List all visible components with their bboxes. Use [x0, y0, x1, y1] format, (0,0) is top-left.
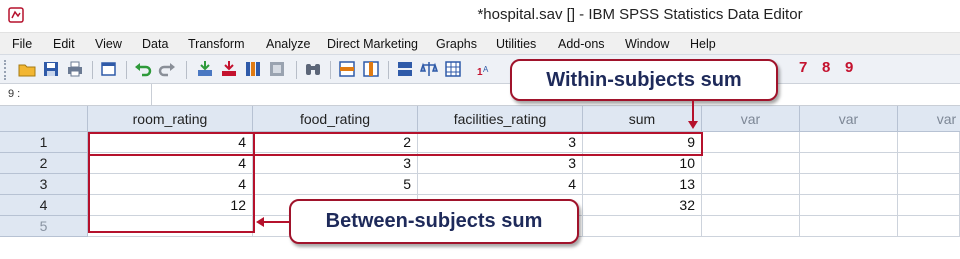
table-cell-empty[interactable] [898, 195, 960, 216]
table-cell[interactable]: 4 [418, 174, 583, 195]
row-header[interactable]: 4 [0, 195, 88, 216]
table-cell[interactable]: 3 [418, 153, 583, 174]
menu-edit[interactable]: Edit [53, 37, 75, 51]
column-header-sum[interactable]: sum [583, 106, 702, 132]
menu-help[interactable]: Help [690, 37, 716, 51]
table-cell-empty[interactable] [898, 174, 960, 195]
menu-analyze[interactable]: Analyze [266, 37, 310, 51]
save-icon[interactable] [42, 60, 60, 78]
row-header[interactable]: 5 [0, 216, 88, 237]
table-cell-empty[interactable] [702, 195, 800, 216]
within-callout-arrow-head [688, 121, 698, 129]
within-callout-arrow-line [692, 101, 694, 122]
menu-data[interactable]: Data [142, 37, 168, 51]
menu-transform[interactable]: Transform [188, 37, 245, 51]
menu-view[interactable]: View [95, 37, 122, 51]
column-header-facilities-rating[interactable]: facilities_rating [418, 106, 583, 132]
toolbar-number-9[interactable]: 9 [845, 59, 853, 76]
row-header[interactable]: 3 [0, 174, 88, 195]
menu-file[interactable]: File [12, 37, 32, 51]
open-icon[interactable] [18, 60, 36, 78]
between-subjects-callout: Between-subjects sum [289, 199, 579, 244]
table-cell-empty[interactable] [702, 174, 800, 195]
toolbar-separator [330, 61, 331, 79]
table-cell-empty[interactable] [702, 153, 800, 174]
svg-text:A: A [483, 65, 489, 74]
table-cell[interactable]: 3 [418, 132, 583, 153]
table-cell[interactable]: 12 [88, 195, 253, 216]
toolbar-grip[interactable] [4, 60, 8, 80]
column-header-room-rating[interactable]: room_rating [88, 106, 253, 132]
value-labels-icon[interactable]: 1A [476, 60, 494, 78]
table-cell[interactable]: 5 [253, 174, 418, 195]
variables-icon[interactable] [244, 60, 262, 78]
select-cases-icon[interactable] [444, 60, 462, 78]
column-header-var[interactable]: var [800, 106, 898, 132]
table-cell-empty[interactable] [88, 216, 253, 237]
insert-cases-icon[interactable] [338, 60, 356, 78]
insert-variable-icon[interactable] [362, 60, 380, 78]
table-cell[interactable]: 4 [88, 174, 253, 195]
table-cell-empty[interactable] [800, 132, 898, 153]
dialog-recall-icon[interactable] [100, 60, 118, 78]
table-cell[interactable]: 2 [253, 132, 418, 153]
table-cell[interactable]: 13 [583, 174, 702, 195]
table-cell-empty[interactable] [898, 132, 960, 153]
table-cell[interactable]: 4 [88, 132, 253, 153]
row-header[interactable]: 2 [0, 153, 88, 174]
window-title: *hospital.sav [] - IBM SPSS Statistics D… [477, 6, 803, 23]
menu-window[interactable]: Window [625, 37, 669, 51]
grid-corner[interactable] [0, 106, 88, 132]
toolbar-number-8[interactable]: 8 [822, 59, 830, 76]
table-cell-empty[interactable] [800, 153, 898, 174]
table-cell[interactable]: 10 [583, 153, 702, 174]
table-cell-empty[interactable] [898, 216, 960, 237]
split-file-icon[interactable] [396, 60, 414, 78]
menu-bar: File Edit View Data Transform Analyze Di… [0, 32, 960, 54]
toolbar-separator [126, 61, 127, 79]
table-cell[interactable]: 3 [253, 153, 418, 174]
toolbar-separator [92, 61, 93, 79]
column-header-var[interactable]: var [702, 106, 800, 132]
cell-reference: 9 : [0, 84, 152, 105]
toolbar-separator [186, 61, 187, 79]
find-icon[interactable] [304, 60, 322, 78]
toolbar-separator [388, 61, 389, 79]
table-cell[interactable]: 4 [88, 153, 253, 174]
table-cell-empty[interactable] [800, 216, 898, 237]
within-subjects-callout: Within-subjects sum [510, 59, 778, 101]
run-descriptives-icon[interactable] [268, 60, 286, 78]
title-bar: *hospital.sav [] - IBM SPSS Statistics D… [0, 0, 960, 32]
print-icon[interactable] [66, 60, 84, 78]
menu-add-ons[interactable]: Add-ons [558, 37, 605, 51]
redo-icon[interactable] [158, 60, 176, 78]
table-cell-empty[interactable] [583, 216, 702, 237]
goto-case-icon[interactable] [196, 60, 214, 78]
table-cell[interactable]: 9 [583, 132, 702, 153]
between-callout-arrow-head [256, 217, 264, 227]
toolbar-separator [296, 61, 297, 79]
table-cell-empty[interactable] [800, 174, 898, 195]
menu-utilities[interactable]: Utilities [496, 37, 536, 51]
table-cell-empty[interactable] [702, 216, 800, 237]
table-cell-empty[interactable] [800, 195, 898, 216]
between-callout-arrow-line [263, 221, 289, 223]
goto-variable-icon[interactable] [220, 60, 238, 78]
toolbar-number-7[interactable]: 7 [799, 59, 807, 76]
cell-editor-bar: 9 : [0, 84, 960, 106]
weight-cases-icon[interactable] [420, 60, 438, 78]
undo-icon[interactable] [134, 60, 152, 78]
row-header[interactable]: 1 [0, 132, 88, 153]
table-cell[interactable]: 32 [583, 195, 702, 216]
column-header-food-rating[interactable]: food_rating [253, 106, 418, 132]
column-header-var[interactable]: var [898, 106, 960, 132]
menu-graphs[interactable]: Graphs [436, 37, 477, 51]
table-cell-empty[interactable] [702, 132, 800, 153]
toolbar: 1A 7 8 9 [0, 54, 960, 84]
menu-direct-marketing[interactable]: Direct Marketing [327, 37, 418, 51]
table-cell-empty[interactable] [898, 153, 960, 174]
